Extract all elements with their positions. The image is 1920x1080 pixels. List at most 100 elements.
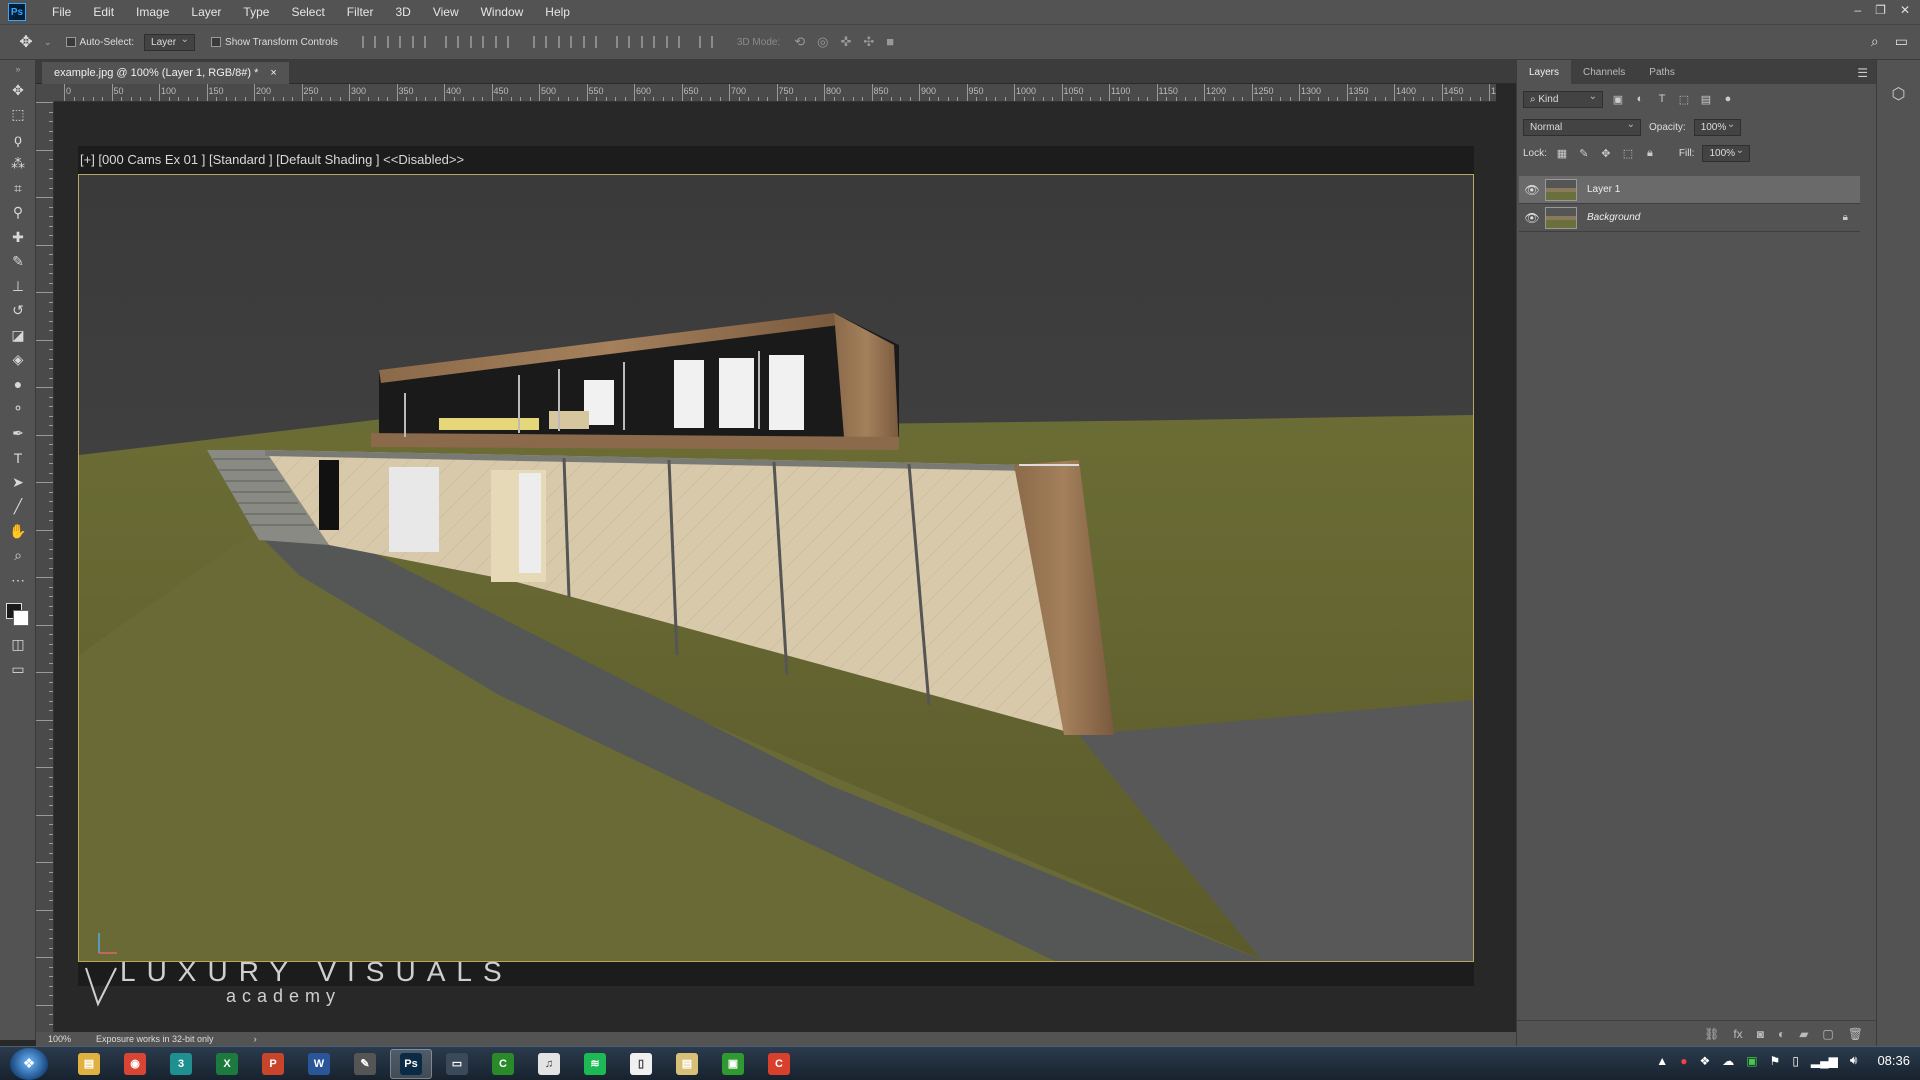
lock-position-icon[interactable]: ✥ bbox=[1599, 147, 1613, 160]
opacity-input[interactable]: 100% bbox=[1693, 118, 1742, 136]
photoshop-logo-icon[interactable]: Ps bbox=[8, 3, 26, 21]
blur-tool-icon[interactable]: ● bbox=[0, 372, 36, 397]
search-icon[interactable]: ⌕ bbox=[1871, 33, 1879, 50]
auto-select-box[interactable] bbox=[65, 37, 76, 47]
auto-select-checkbox[interactable]: Auto-Select: bbox=[65, 37, 134, 48]
align-left-icon[interactable] bbox=[444, 36, 459, 48]
taskbar-camtasia-button[interactable]: C bbox=[482, 1049, 524, 1079]
tab-channels[interactable]: Channels bbox=[1571, 60, 1637, 84]
new-layer-icon[interactable]: ▢ bbox=[1822, 1027, 1833, 1041]
align-hcenter-icon[interactable] bbox=[469, 36, 484, 48]
blend-mode-dropdown[interactable]: Normal bbox=[1523, 118, 1641, 136]
eyedropper-tool-icon[interactable]: ⚲ bbox=[0, 201, 36, 226]
fill-input[interactable]: 100% bbox=[1702, 144, 1751, 162]
tab-layers[interactable]: Layers bbox=[1517, 60, 1572, 84]
taskbar-notepad-button[interactable]: ▯ bbox=[620, 1049, 662, 1079]
taskbar-powerpoint-button[interactable]: P bbox=[252, 1049, 294, 1079]
3d-panel-icon[interactable]: ⬡ bbox=[1889, 84, 1909, 104]
taskbar-itunes-button[interactable]: ♫ bbox=[528, 1049, 570, 1079]
tray-app-green-icon[interactable]: ▣ bbox=[1746, 1054, 1757, 1068]
document-tab-close-button[interactable]: × bbox=[270, 67, 276, 79]
move-tool-preset-icon[interactable]: ✥ bbox=[8, 32, 44, 52]
crop-tool-icon[interactable]: ⌗ bbox=[0, 176, 36, 201]
add-mask-icon[interactable]: ◙ bbox=[1757, 1027, 1764, 1041]
taskbar-word-button[interactable]: W bbox=[298, 1049, 340, 1079]
taskbar-app3-button[interactable]: 3 bbox=[160, 1049, 202, 1079]
align-top-icon[interactable] bbox=[361, 36, 376, 48]
taskbar-clock[interactable]: 08:36 bbox=[1877, 1053, 1910, 1068]
taskbar-chrome-button[interactable]: ◉ bbox=[114, 1049, 156, 1079]
distribute-bottom-icon[interactable] bbox=[582, 36, 597, 48]
auto-align-icon[interactable] bbox=[698, 36, 713, 48]
link-layers-icon[interactable]: ⛓ bbox=[1704, 1027, 1719, 1041]
taskbar-folder-button[interactable]: ▤ bbox=[68, 1049, 110, 1079]
taskbar-folder2-button[interactable]: ▤ bbox=[666, 1049, 708, 1079]
layer-row-background[interactable]: 👁︎ Background 🔒︎ bbox=[1519, 204, 1860, 232]
scale-3d-icon[interactable]: ■ bbox=[886, 34, 894, 50]
align-right-icon[interactable] bbox=[494, 36, 509, 48]
zoom-level[interactable]: 100% bbox=[36, 1034, 76, 1044]
action-center-flag-icon[interactable]: ⚑ bbox=[1770, 1054, 1781, 1068]
healing-brush-tool-icon[interactable]: ✚ bbox=[0, 225, 36, 250]
dropbox-icon[interactable]: ❖ bbox=[1699, 1054, 1710, 1068]
menu-select[interactable]: Select bbox=[291, 5, 324, 19]
auto-select-target-dropdown[interactable]: Layer bbox=[144, 33, 196, 51]
visibility-eye-icon[interactable]: 👁︎ bbox=[1519, 211, 1545, 225]
orbit-3d-icon[interactable]: ⟲ bbox=[794, 34, 805, 50]
horizontal-ruler[interactable]: 0 50 100 150 200 250 300 350 400 450 500 550 600 650 7… bbox=[54, 84, 1496, 102]
distribute-top-icon[interactable] bbox=[532, 36, 547, 48]
taskbar-app-green-button[interactable]: ▣ bbox=[712, 1049, 754, 1079]
menu-image[interactable]: Image bbox=[136, 5, 169, 19]
line-tool-icon[interactable]: ╱ bbox=[0, 495, 36, 520]
show-transform-checkbox[interactable]: Show Transform Controls bbox=[211, 37, 338, 48]
minimize-button[interactable]: – bbox=[1854, 3, 1861, 17]
menu-3d[interactable]: 3D bbox=[395, 5, 410, 19]
magic-wand-tool-icon[interactable]: ⁂ bbox=[0, 152, 36, 177]
filter-type-icon[interactable]: T bbox=[1655, 93, 1669, 105]
filter-pixel-icon[interactable]: ▣ bbox=[1611, 93, 1625, 106]
ruler-origin[interactable] bbox=[36, 84, 54, 102]
lock-image-icon[interactable]: ✎ bbox=[1577, 147, 1591, 160]
new-group-icon[interactable]: ▰ bbox=[1799, 1027, 1808, 1041]
filter-shape-icon[interactable]: ⬚ bbox=[1677, 93, 1691, 106]
volume-icon[interactable]: 🔊︎ bbox=[1850, 1053, 1858, 1068]
taskbar-spotify-button[interactable]: ≋ bbox=[574, 1049, 616, 1079]
quick-mask-icon[interactable]: ◫ bbox=[0, 633, 36, 658]
distribute-left-icon[interactable] bbox=[615, 36, 630, 48]
vertical-ruler[interactable] bbox=[36, 102, 54, 1032]
workspace-switcher-icon[interactable]: ▭ bbox=[1895, 33, 1908, 50]
menu-window[interactable]: Window bbox=[481, 5, 524, 19]
distribute-hcenter-icon[interactable] bbox=[640, 36, 655, 48]
visibility-eye-icon[interactable]: 👁︎ bbox=[1519, 183, 1545, 197]
dodge-tool-icon[interactable]: ⚬ bbox=[0, 397, 36, 422]
filter-kind-dropdown[interactable]: ⌕ Kind bbox=[1523, 90, 1603, 108]
menu-help[interactable]: Help bbox=[545, 5, 570, 19]
align-vcenter-icon[interactable] bbox=[386, 36, 401, 48]
close-button[interactable]: ✕ bbox=[1900, 3, 1910, 17]
tool-preset-dropdown-icon[interactable]: ⌄ bbox=[44, 37, 52, 48]
menu-type[interactable]: Type bbox=[243, 5, 269, 19]
taskbar-excel-button[interactable]: X bbox=[206, 1049, 248, 1079]
filter-adjustment-icon[interactable]: ◐ bbox=[1633, 93, 1647, 105]
roll-3d-icon[interactable]: ◎ bbox=[817, 34, 828, 50]
layer-style-fx-icon[interactable]: fx bbox=[1733, 1027, 1742, 1041]
document-tab[interactable]: example.jpg @ 100% (Layer 1, RGB/8#) * × bbox=[42, 62, 289, 84]
menu-filter[interactable]: Filter bbox=[347, 5, 374, 19]
background-color-swatch[interactable] bbox=[13, 609, 29, 626]
tab-paths[interactable]: Paths bbox=[1637, 60, 1687, 84]
panel-menu-icon[interactable]: ☰ bbox=[1857, 66, 1868, 80]
adjustment-layer-icon[interactable]: ◐ bbox=[1778, 1027, 1785, 1041]
marquee-tool-icon[interactable]: ⬚ bbox=[0, 103, 36, 128]
filter-smart-object-icon[interactable]: ▤ bbox=[1699, 93, 1713, 106]
delete-layer-icon[interactable]: 🗑︎ bbox=[1848, 1027, 1863, 1041]
taskbar-gimp-button[interactable]: ✎ bbox=[344, 1049, 386, 1079]
screen-mode-icon[interactable]: ▭ bbox=[0, 657, 36, 682]
canvas-area[interactable]: [+] [000 Cams Ex 01 ] [Standard ] [Defau… bbox=[54, 102, 1496, 1032]
lock-all-icon[interactable]: 🔒︎ bbox=[1643, 147, 1657, 159]
image-canvas[interactable]: [+] [000 Cams Ex 01 ] [Standard ] [Defau… bbox=[78, 146, 1474, 1007]
taskbar-record-button[interactable]: C bbox=[758, 1049, 800, 1079]
start-button[interactable]: ❖ bbox=[10, 1047, 48, 1080]
align-bottom-icon[interactable] bbox=[411, 36, 426, 48]
brush-tool-icon[interactable]: ✎ bbox=[0, 250, 36, 275]
history-brush-tool-icon[interactable]: ↺ bbox=[0, 299, 36, 324]
